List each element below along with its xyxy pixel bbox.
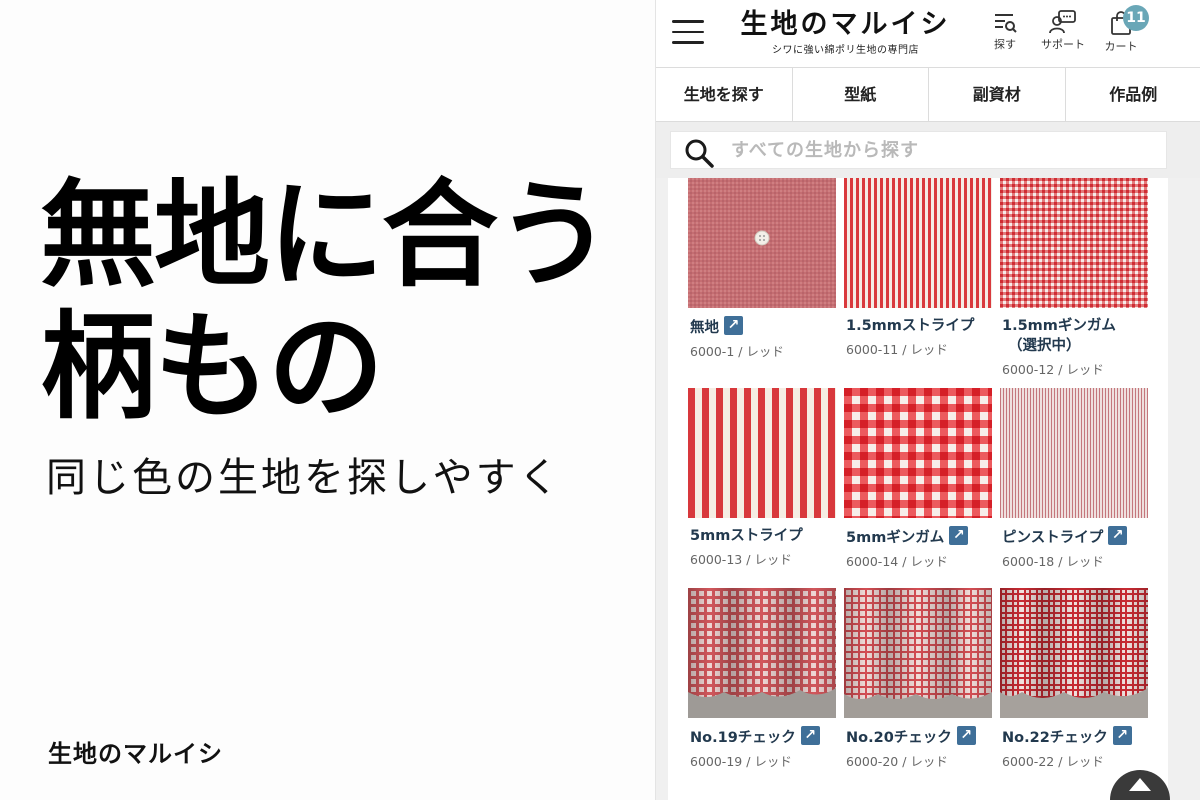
mobile-site-screen: 生地のマルイシ シワに強い綿ポリ生地の専門店 探す サポート カート 11 生地…: [655, 0, 1200, 800]
search-input[interactable]: [731, 136, 1151, 164]
fabric-swatch-pinstripe: [1000, 388, 1148, 518]
product-card-plain[interactable]: 無地 6000-1 / レッド: [688, 178, 838, 360]
product-code: 6000-1 / レッド: [690, 344, 784, 359]
promo-subtitle: 同じ色の生地を探しやすく: [46, 455, 562, 501]
fabric-swatch-check-20: [844, 588, 992, 718]
product-code: 6000-13 / レッド: [690, 552, 792, 567]
nav-item-examples[interactable]: 作品例: [1066, 68, 1200, 121]
product-card-check-22[interactable]: No.22チェック 6000-22 / レッド: [1000, 588, 1150, 770]
cart-count-badge: 11: [1123, 5, 1149, 31]
search-list-icon: [995, 14, 1017, 33]
product-code: 6000-14 / レッド: [846, 554, 948, 569]
category-nav: 生地を探す 型紙 副資材 作品例: [656, 68, 1200, 122]
product-card-pinstripe[interactable]: ピンストライプ 6000-18 / レッド: [1000, 388, 1150, 570]
fabric-swatch-gingham-5mm: [844, 388, 992, 518]
site-logo[interactable]: 生地のマルイシ シワに強い綿ポリ生地の専門店: [738, 8, 953, 58]
product-code: 6000-12 / レッド: [1002, 362, 1104, 377]
support-chat-icon: [1049, 10, 1076, 34]
site-header: 生地のマルイシ シワに強い綿ポリ生地の専門店 探す サポート カート 11: [656, 0, 1200, 68]
external-link-icon[interactable]: [949, 526, 969, 545]
menu-icon[interactable]: [672, 20, 704, 46]
external-link-icon[interactable]: [1112, 726, 1132, 745]
product-code: 6000-22 / レッド: [1002, 754, 1104, 769]
product-name: 5mmストライプ: [690, 528, 803, 544]
promo-panel: 無地に合う 柄もの 同じ色の生地を探しやすく 生地のマルイシ: [0, 0, 655, 800]
product-card-stripe-5mm[interactable]: 5mmストライプ 6000-13 / レッド: [688, 388, 838, 568]
nav-item-patterns[interactable]: 型紙: [793, 68, 929, 121]
product-name: ピンストライプ: [1000, 526, 1150, 548]
product-code: 6000-18 / レッド: [1002, 554, 1104, 569]
header-cart-label: カート: [1104, 40, 1138, 53]
header-search-label: 探す: [994, 38, 1016, 51]
fabric-swatch-stripe-5mm: [688, 388, 836, 518]
external-link-icon[interactable]: [724, 316, 743, 335]
header-support-label: サポート: [1041, 38, 1085, 51]
fabric-swatch-plain: [688, 178, 836, 308]
external-link-icon[interactable]: [800, 726, 820, 745]
product-name-text: 5mmギンガム: [846, 530, 945, 546]
header-cart-button[interactable]: カート 11: [1093, 5, 1149, 54]
fabric-swatch-stripe-1-5mm: [844, 178, 992, 308]
promo-headline: 無地に合う 柄もの: [40, 168, 612, 435]
external-link-icon[interactable]: [956, 726, 976, 745]
product-name: 1.5mmストライプ: [846, 318, 975, 334]
promo-headline-line1: 無地に合う: [40, 168, 612, 303]
product-name-text: ピンストライプ: [1002, 530, 1104, 546]
product-code: 6000-20 / レッド: [846, 754, 948, 769]
fabric-swatch-gingham-1-5mm: [1000, 178, 1148, 308]
product-name-text: No.20チェック: [846, 730, 952, 746]
product-name-text: 無地: [690, 320, 719, 336]
promo-headline-line2: 柄もの: [40, 300, 384, 435]
external-link-icon[interactable]: [1108, 526, 1128, 545]
header-search-button[interactable]: 探す: [977, 10, 1033, 52]
fabric-swatch-check-19: [688, 588, 836, 718]
product-card-stripe-1-5mm[interactable]: 1.5mmストライプ 6000-11 / レッド: [844, 178, 994, 358]
fabric-swatch-check-22: [1000, 588, 1148, 718]
header-support-button[interactable]: サポート: [1035, 10, 1091, 52]
product-name-text: No.19チェック: [690, 730, 796, 746]
product-name: No.19チェック: [688, 726, 838, 748]
product-card-check-20[interactable]: No.20チェック 6000-20 / レッド: [844, 588, 994, 770]
product-name: 5mmギンガム: [844, 526, 994, 548]
nav-item-fabric-search[interactable]: 生地を探す: [656, 68, 793, 121]
product-grid: 無地 6000-1 / レッド 1.5mmストライプ 6000-11 / レッド: [668, 178, 1168, 800]
product-code: 6000-11 / レッド: [846, 342, 948, 357]
product-name: No.20チェック: [844, 726, 994, 748]
product-card-gingham-1-5mm[interactable]: 1.5mmギンガム （選択中） 6000-12 / レッド: [1000, 178, 1150, 378]
logo-title: 生地のマルイシ: [740, 9, 951, 40]
product-code: 6000-19 / レッド: [690, 754, 792, 769]
logo-tagline: シワに強い綿ポリ生地の専門店: [772, 45, 919, 56]
product-card-check-19[interactable]: No.19チェック 6000-19 / レッド: [688, 588, 838, 770]
product-name-text: No.22チェック: [1002, 730, 1108, 746]
search-bar-area: [656, 122, 1200, 178]
product-name: 1.5mmギンガム: [1002, 318, 1116, 334]
product-selected-label: （選択中）: [1008, 338, 1081, 354]
product-card-gingham-5mm[interactable]: 5mmギンガム 6000-14 / レッド: [844, 388, 994, 570]
search-icon: [685, 139, 714, 168]
search-box[interactable]: [670, 131, 1167, 169]
promo-brand: 生地のマルイシ: [48, 740, 223, 768]
product-name: 無地: [688, 316, 838, 338]
product-name: No.22チェック: [1000, 726, 1150, 748]
nav-item-notions[interactable]: 副資材: [929, 68, 1066, 121]
